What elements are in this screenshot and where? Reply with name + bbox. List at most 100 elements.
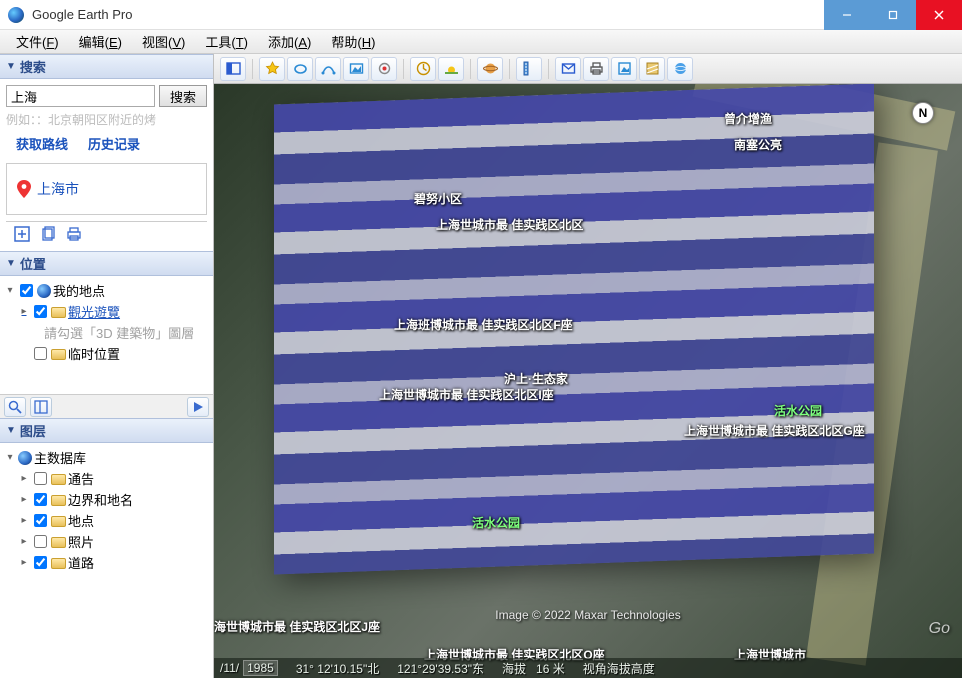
layer-item-4[interactable]: ▸道路 xyxy=(2,552,211,573)
play-tour-button[interactable] xyxy=(187,397,209,417)
layers-panel-header[interactable]: ▼ 图层 xyxy=(0,418,213,443)
map-place-label[interactable]: 上海世博城市最 佳实践区北区I座 xyxy=(379,386,554,403)
layer-item-0[interactable]: ▸通告 xyxy=(2,468,211,489)
menu-添加[interactable]: 添加(A) xyxy=(258,32,321,51)
map-place-label[interactable]: 海世博城市最 佳实践区北区J座 xyxy=(214,618,380,635)
placemark-button[interactable] xyxy=(259,57,285,81)
expand-icon[interactable]: ▸ xyxy=(18,473,30,484)
panel-toggle-button[interactable] xyxy=(220,57,246,81)
collapse-icon[interactable]: ▾ xyxy=(4,452,16,463)
map-place-label[interactable]: 沪上·生态家 xyxy=(504,370,568,387)
map-place-label[interactable]: 南塞公亮 xyxy=(734,136,782,153)
timeline-control[interactable]: /11/1985 xyxy=(220,660,278,676)
status-bar: /11/1985 31° 12'10.15"北 121°29'39.53"东 海… xyxy=(214,658,962,678)
compass-icon[interactable]: N xyxy=(912,102,934,124)
layer-item-1[interactable]: ▸ 边界和地名 xyxy=(2,489,211,510)
copy-search-icon[interactable] xyxy=(40,226,56,242)
planet-button[interactable] xyxy=(477,57,503,81)
layer-checkbox[interactable] xyxy=(34,535,47,548)
menu-工具[interactable]: 工具(T) xyxy=(195,32,258,51)
search-panel-header[interactable]: ▼ 搜索 xyxy=(0,54,213,79)
globe-icon xyxy=(18,451,32,465)
tab-get-route[interactable]: 获取路线 xyxy=(16,134,68,153)
search-input[interactable] xyxy=(6,85,155,107)
layer-label: 边界和地名 xyxy=(68,490,133,509)
collapse-icon: ▼ xyxy=(6,425,16,436)
record-tour-icon xyxy=(377,61,392,76)
layer-item-3[interactable]: ▸照片 xyxy=(2,531,211,552)
layer-checkbox[interactable] xyxy=(34,514,47,527)
map-place-label[interactable]: 上海世城市最 佳实践区北区 xyxy=(436,216,583,233)
places-tools xyxy=(0,394,213,418)
temp-places-node[interactable]: 临时位置 xyxy=(2,343,211,364)
layer-checkbox[interactable] xyxy=(34,493,47,506)
save-image-button[interactable] xyxy=(611,57,637,81)
my-places-node[interactable]: ▾ 我的地点 xyxy=(2,280,211,301)
find-tool-button[interactable] xyxy=(4,397,26,417)
path-button[interactable] xyxy=(315,57,341,81)
panel-tool-button[interactable] xyxy=(30,397,52,417)
status-longitude: 121°29'39.53"东 xyxy=(397,660,484,677)
maximize-button[interactable] xyxy=(870,0,916,30)
view-in-maps-button[interactable] xyxy=(639,57,665,81)
expand-icon[interactable]: ▸ xyxy=(18,536,30,547)
expand-icon[interactable]: ▸ xyxy=(18,515,30,526)
temp-label: 临时位置 xyxy=(68,344,120,363)
map-place-label[interactable]: 曾介增渔 xyxy=(724,110,772,127)
map-place-label[interactable]: 碧努小区 xyxy=(414,190,462,207)
layer-checkbox[interactable] xyxy=(34,472,47,485)
save-search-icon[interactable] xyxy=(14,226,30,242)
collapse-icon[interactable]: ▾ xyxy=(4,285,16,296)
sightseeing-hint: 請勾選「3D 建築物」圖層 xyxy=(2,322,211,343)
expand-icon[interactable]: ▸ xyxy=(18,494,30,505)
menu-帮助[interactable]: 帮助(H) xyxy=(321,32,385,51)
historical-imagery-button[interactable] xyxy=(410,57,436,81)
toolbar-separator xyxy=(509,59,510,79)
map-place-label[interactable]: 活水公园 xyxy=(774,402,822,419)
placemark-icon xyxy=(265,61,280,76)
search-result[interactable]: 上海市 xyxy=(6,163,207,215)
menu-编辑[interactable]: 编辑(E) xyxy=(69,32,132,51)
print-search-icon[interactable] xyxy=(66,226,82,242)
temp-checkbox[interactable] xyxy=(34,347,47,360)
toolbar-separator xyxy=(548,59,549,79)
search-hint: 例如：：北京朝阳区附近的烤 xyxy=(6,111,207,128)
map-viewport[interactable]: 曾介增渔南塞公亮碧努小区上海世城市最 佳实践区北区上海班博城市最 佳实践区北区F… xyxy=(214,84,962,678)
print-icon xyxy=(589,61,604,76)
google-earth-logo: Go xyxy=(929,620,950,638)
save-image-icon xyxy=(617,61,632,76)
menu-文件[interactable]: 文件(F) xyxy=(6,32,69,51)
sightseeing-checkbox[interactable] xyxy=(34,305,47,318)
record-tour-button[interactable] xyxy=(371,57,397,81)
menu-视图[interactable]: 视图(V) xyxy=(132,32,195,51)
main-toolbar xyxy=(214,54,962,84)
polygon-button[interactable] xyxy=(287,57,313,81)
status-latitude: 31° 12'10.15"北 xyxy=(296,660,379,677)
map-place-label[interactable]: 上海世博城市最 佳实践区北区G座 xyxy=(684,422,865,439)
sphere-button[interactable] xyxy=(667,57,693,81)
primary-db-node[interactable]: ▾ 主数据库 xyxy=(2,447,211,468)
image-overlay-button[interactable] xyxy=(343,57,369,81)
layer-checkbox[interactable] xyxy=(34,556,47,569)
email-button[interactable] xyxy=(555,57,581,81)
map-place-label[interactable]: 上海班博城市最 佳实践区北区F座 xyxy=(394,316,573,333)
map-place-label[interactable]: 活水公园 xyxy=(472,514,520,531)
sightseeing-node[interactable]: ▸ 觀光遊覽 xyxy=(2,301,211,322)
places-panel-header[interactable]: ▼ 位置 xyxy=(0,251,213,276)
my-places-checkbox[interactable] xyxy=(20,284,33,297)
close-button[interactable] xyxy=(916,0,962,30)
expand-icon[interactable]: ▸ xyxy=(18,306,30,317)
layer-item-2[interactable]: ▸地点 xyxy=(2,510,211,531)
title-bar: Google Earth Pro xyxy=(0,0,962,30)
expand-icon[interactable]: ▸ xyxy=(18,557,30,568)
building-3d xyxy=(274,84,874,574)
print-button[interactable] xyxy=(583,57,609,81)
ruler-icon xyxy=(522,61,537,76)
ruler-button[interactable] xyxy=(516,57,542,81)
image-overlay-icon xyxy=(349,61,364,76)
search-button[interactable]: 搜索 xyxy=(159,85,207,107)
status-eye-alt: 视角海拔高度 xyxy=(583,660,655,677)
minimize-button[interactable] xyxy=(824,0,870,30)
sunlight-button[interactable] xyxy=(438,57,464,81)
tab-history[interactable]: 历史记录 xyxy=(88,134,140,153)
